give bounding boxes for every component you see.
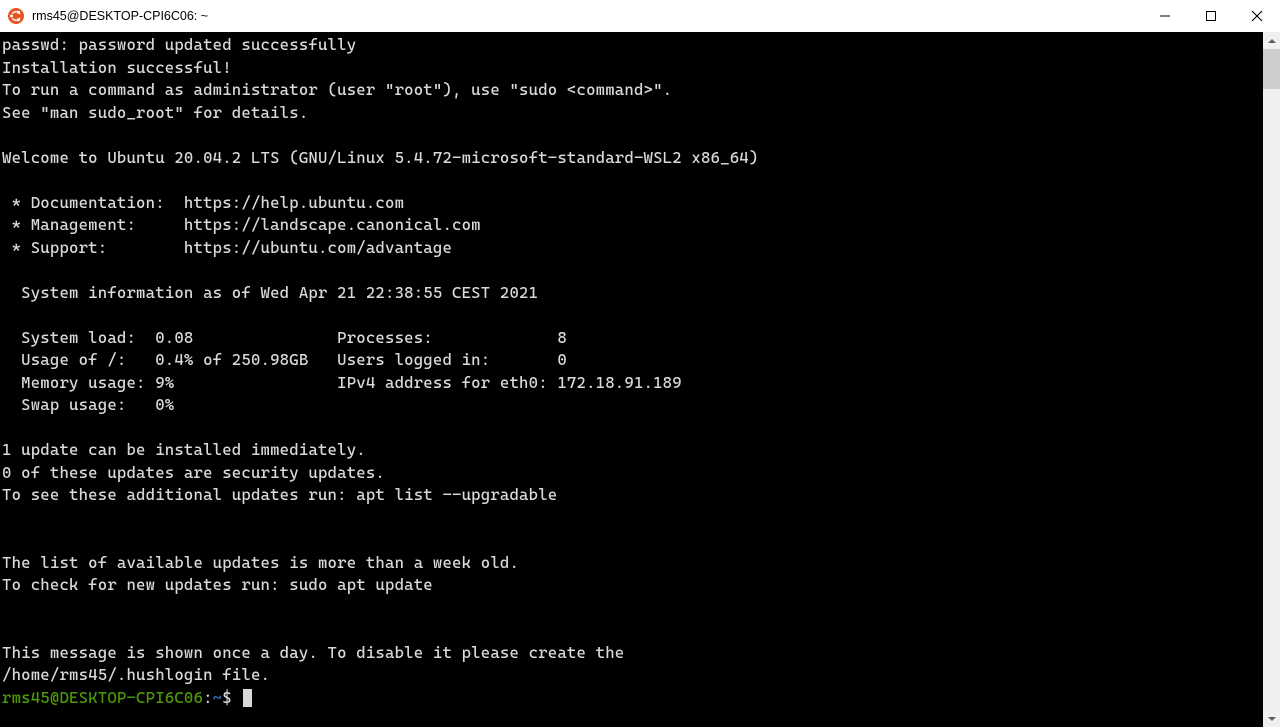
prompt-dollar: $ <box>222 688 232 707</box>
maximize-button[interactable] <box>1188 0 1234 32</box>
ubuntu-icon <box>8 8 24 24</box>
prompt-user-host: rms45@DESKTOP-CPI6C06 <box>2 688 203 707</box>
close-button[interactable] <box>1234 0 1280 32</box>
minimize-button[interactable] <box>1142 0 1188 32</box>
scroll-up-button[interactable] <box>1263 32 1280 49</box>
terminal-output[interactable]: passwd: password updated successfully In… <box>0 32 1263 727</box>
prompt-path: ~ <box>213 688 223 707</box>
cursor <box>243 689 252 707</box>
scroll-down-button[interactable] <box>1263 710 1280 727</box>
scrollbar-track[interactable] <box>1263 49 1280 710</box>
chevron-down-icon <box>1268 717 1276 721</box>
vertical-scrollbar[interactable] <box>1263 32 1280 727</box>
terminal-area: passwd: password updated successfully In… <box>0 32 1280 727</box>
prompt-colon: : <box>203 688 213 707</box>
window-controls <box>1142 0 1280 32</box>
scrollbar-thumb[interactable] <box>1263 49 1280 89</box>
window-title: rms45@DESKTOP-CPI6C06: ~ <box>32 9 208 23</box>
window-titlebar: rms45@DESKTOP-CPI6C06: ~ <box>0 0 1280 32</box>
chevron-up-icon <box>1268 39 1276 43</box>
